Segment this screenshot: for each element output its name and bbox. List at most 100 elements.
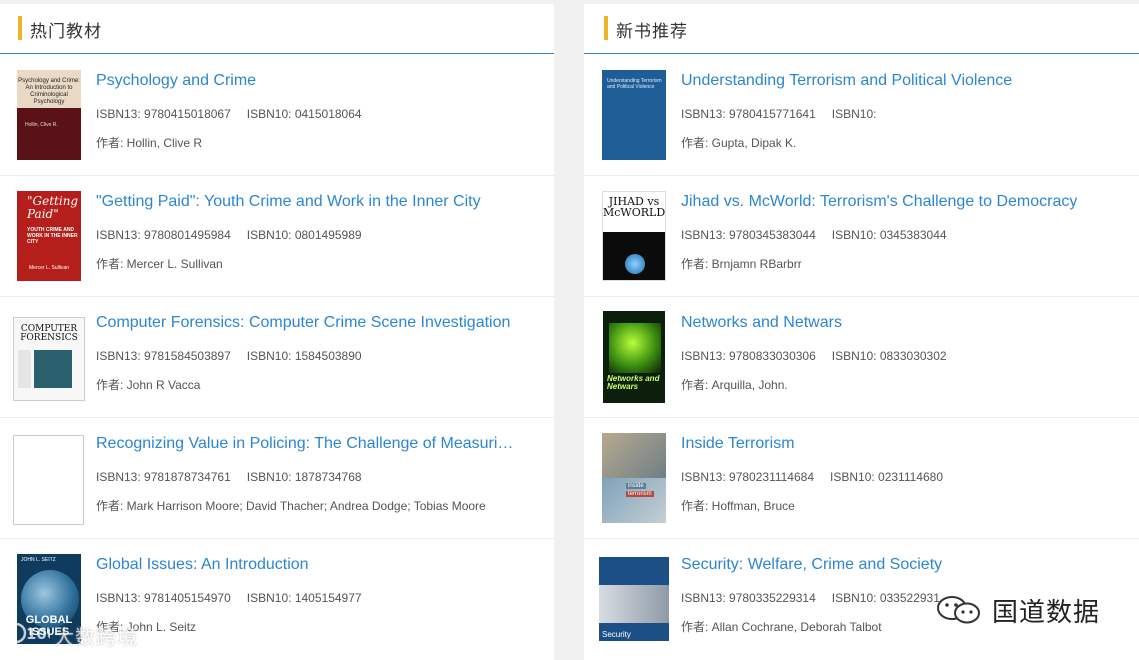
cover-author: Hollin, Clive R. (25, 122, 58, 128)
watermark-dashu: 100 大数跨境 (5, 620, 138, 651)
book-cover[interactable]: Understanding Terrorism and Political Vi… (602, 70, 666, 160)
book-item: Understanding Terrorism and Political Vi… (584, 55, 1139, 176)
isbn13: ISBN13: 9780231114684 (681, 470, 815, 484)
book-author: 作者: Brnjamn RBarbrr (681, 257, 802, 271)
panel-header: 新书推荐 (584, 4, 1139, 54)
book-title-link[interactable]: Networks and Netwars (681, 314, 842, 332)
book-item: Networks and Netwars Networks and Netwar… (584, 297, 1139, 418)
book-title-link[interactable]: Computer Forensics: Computer Crime Scene… (96, 314, 510, 332)
isbn10: ISBN10: 1584503890 (246, 349, 362, 363)
book-title-link[interactable]: Psychology and Crime (96, 72, 256, 90)
isbn13: ISBN13: 9780415018067 (96, 107, 231, 121)
isbn-row: ISBN13: 9780801495984 ISBN10: 0801495989 (96, 228, 362, 242)
isbn-row: ISBN13: 9780415771641 ISBN10: (681, 107, 877, 121)
isbn10: ISBN10: 033522931 (831, 591, 940, 605)
isbn-row: ISBN13: 9780833030306 ISBN10: 0833030302 (681, 349, 947, 363)
panel-header: 热门教材 (0, 4, 554, 54)
isbn10: ISBN10: 1405154977 (246, 591, 362, 605)
book-title-link[interactable]: "Getting Paid": Youth Crime and Work in … (96, 193, 481, 211)
book-cover[interactable]: Psychology and Crime: An Introduction to… (17, 70, 81, 160)
watermark-guodao: 国道数据 (934, 590, 1100, 630)
book-title-link[interactable]: Global Issues: An Introduction (96, 556, 309, 574)
new-books-panel: 新书推荐 Understanding Terrorism and Politic… (584, 4, 1139, 660)
book-cover[interactable]: "Getting Paid" YOUTH CRIME AND WORK IN T… (17, 191, 81, 281)
isbn-row: ISBN13: 9780415018067 ISBN10: 0415018064 (96, 107, 362, 121)
hot-textbooks-panel: 热门教材 Psychology and Crime: An Introducti… (0, 4, 554, 660)
cover-text: Security (602, 630, 631, 639)
isbn13: ISBN13: 9781878734761 (96, 470, 231, 484)
cover-text: terrorism (626, 491, 654, 497)
book-cover[interactable]: COMPUTER FORENSICS (13, 317, 85, 401)
book-author: 作者: Gupta, Dipak K. (681, 136, 797, 150)
book-title-link[interactable]: Security: Welfare, Crime and Society (681, 556, 942, 574)
book-cover[interactable]: JIHAD vs McWORLD (602, 191, 666, 281)
cover-graphic (34, 350, 72, 388)
watermark-text: 大数跨境 (54, 625, 138, 649)
panel-title: 热门教材 (30, 22, 102, 42)
book-cover-placeholder[interactable] (13, 435, 84, 525)
isbn10: ISBN10: 0833030302 (831, 349, 947, 363)
book-item: JIHAD vs McWORLD Jihad vs. McWorld: Terr… (584, 176, 1139, 297)
svg-text:100: 100 (26, 625, 50, 643)
isbn10: ISBN10: 1878734768 (246, 470, 362, 484)
cover-author: JOHN L. SEITZ (21, 557, 56, 563)
isbn13: ISBN13: 9780833030306 (681, 349, 816, 363)
logo-100-icon: 100 (5, 620, 57, 651)
book-author: 作者: John R Vacca (96, 378, 201, 392)
book-author: 作者: Hollin, Clive R (96, 136, 203, 150)
book-item: Recognizing Value in Policing: The Chall… (0, 418, 554, 539)
isbn-row: ISBN13: 9781584503897 ISBN10: 1584503890 (96, 349, 362, 363)
isbn13: ISBN13: 9780415771641 (681, 107, 816, 121)
book-item: COMPUTER FORENSICS Computer Forensics: C… (0, 297, 554, 418)
panel-title: 新书推荐 (616, 22, 688, 42)
book-author: 作者: Arquilla, John. (681, 378, 788, 392)
isbn-row: ISBN13: 9780335229314 ISBN10: 033522931 (681, 591, 940, 605)
isbn10: ISBN10: 0345383044 (831, 228, 947, 242)
isbn-row: ISBN13: 9780231114684 ISBN10: 0231114680 (681, 470, 943, 484)
cover-subtitle: YOUTH CRIME AND WORK IN THE INNER CITY (27, 227, 78, 245)
isbn13: ISBN13: 9780345383044 (681, 228, 816, 242)
cover-graphic (602, 433, 666, 478)
accent-bar (604, 16, 608, 40)
isbn13: ISBN13: 9781405154970 (96, 591, 231, 605)
isbn13: ISBN13: 9781584503897 (96, 349, 231, 363)
cover-text: COMPUTER FORENSICS (20, 324, 78, 343)
book-cover[interactable]: Security (599, 557, 669, 641)
book-title-link[interactable]: Inside Terrorism (681, 435, 795, 453)
cover-graphic (599, 585, 669, 623)
cover-text: JIHAD vs McWORLD (603, 195, 666, 219)
isbn10: ISBN10: 0415018064 (246, 107, 362, 121)
book-cover[interactable]: inside terrorism (602, 433, 666, 523)
isbn13: ISBN13: 9780801495984 (96, 228, 231, 242)
cover-text: Psychology and Crime: An Introduction to… (17, 70, 81, 108)
cover-text: "Getting Paid" (27, 194, 79, 221)
book-cover[interactable]: Networks and Netwars (603, 311, 665, 403)
cover-text: Understanding Terrorism and Political Vi… (607, 78, 662, 90)
cover-graphic (609, 323, 661, 373)
book-item: "Getting Paid" YOUTH CRIME AND WORK IN T… (0, 176, 554, 297)
wechat-icon (934, 594, 986, 626)
isbn10: ISBN10: 0231114680 (830, 470, 943, 484)
accent-bar (18, 16, 22, 40)
watermark-text: 国道数据 (992, 597, 1101, 628)
book-author: 作者: Mercer L. Sullivan (96, 257, 223, 271)
isbn10: ISBN10: 0801495989 (246, 228, 362, 242)
cover-author: Mercer L. Sullivan (29, 265, 70, 271)
isbn-row: ISBN13: 9781405154970 ISBN10: 1405154977 (96, 591, 362, 605)
isbn-row: ISBN13: 9780345383044 ISBN10: 0345383044 (681, 228, 947, 242)
book-title-link[interactable]: Jihad vs. McWorld: Terrorism's Challenge… (681, 193, 1077, 211)
cover-text: Networks and Netwars (607, 374, 660, 391)
cover-text: inside (626, 483, 646, 489)
isbn13: ISBN13: 9780335229314 (681, 591, 816, 605)
book-item: inside terrorism Inside Terrorism ISBN13… (584, 418, 1139, 539)
cover-graphic (18, 350, 31, 388)
book-item: Psychology and Crime: An Introduction to… (0, 55, 554, 176)
book-author: 作者: Mark Harrison Moore; David Thacher; … (96, 499, 486, 513)
book-author: 作者: Hoffman, Bruce (681, 499, 795, 513)
cover-graphic (625, 254, 645, 274)
book-author: 作者: Allan Cochrane, Deborah Talbot (681, 620, 882, 634)
isbn10: ISBN10: (831, 107, 877, 121)
book-title-link[interactable]: Understanding Terrorism and Political Vi… (681, 72, 1012, 90)
book-title-link[interactable]: Recognizing Value in Policing: The Chall… (96, 435, 521, 453)
isbn-row: ISBN13: 9781878734761 ISBN10: 1878734768 (96, 470, 362, 484)
